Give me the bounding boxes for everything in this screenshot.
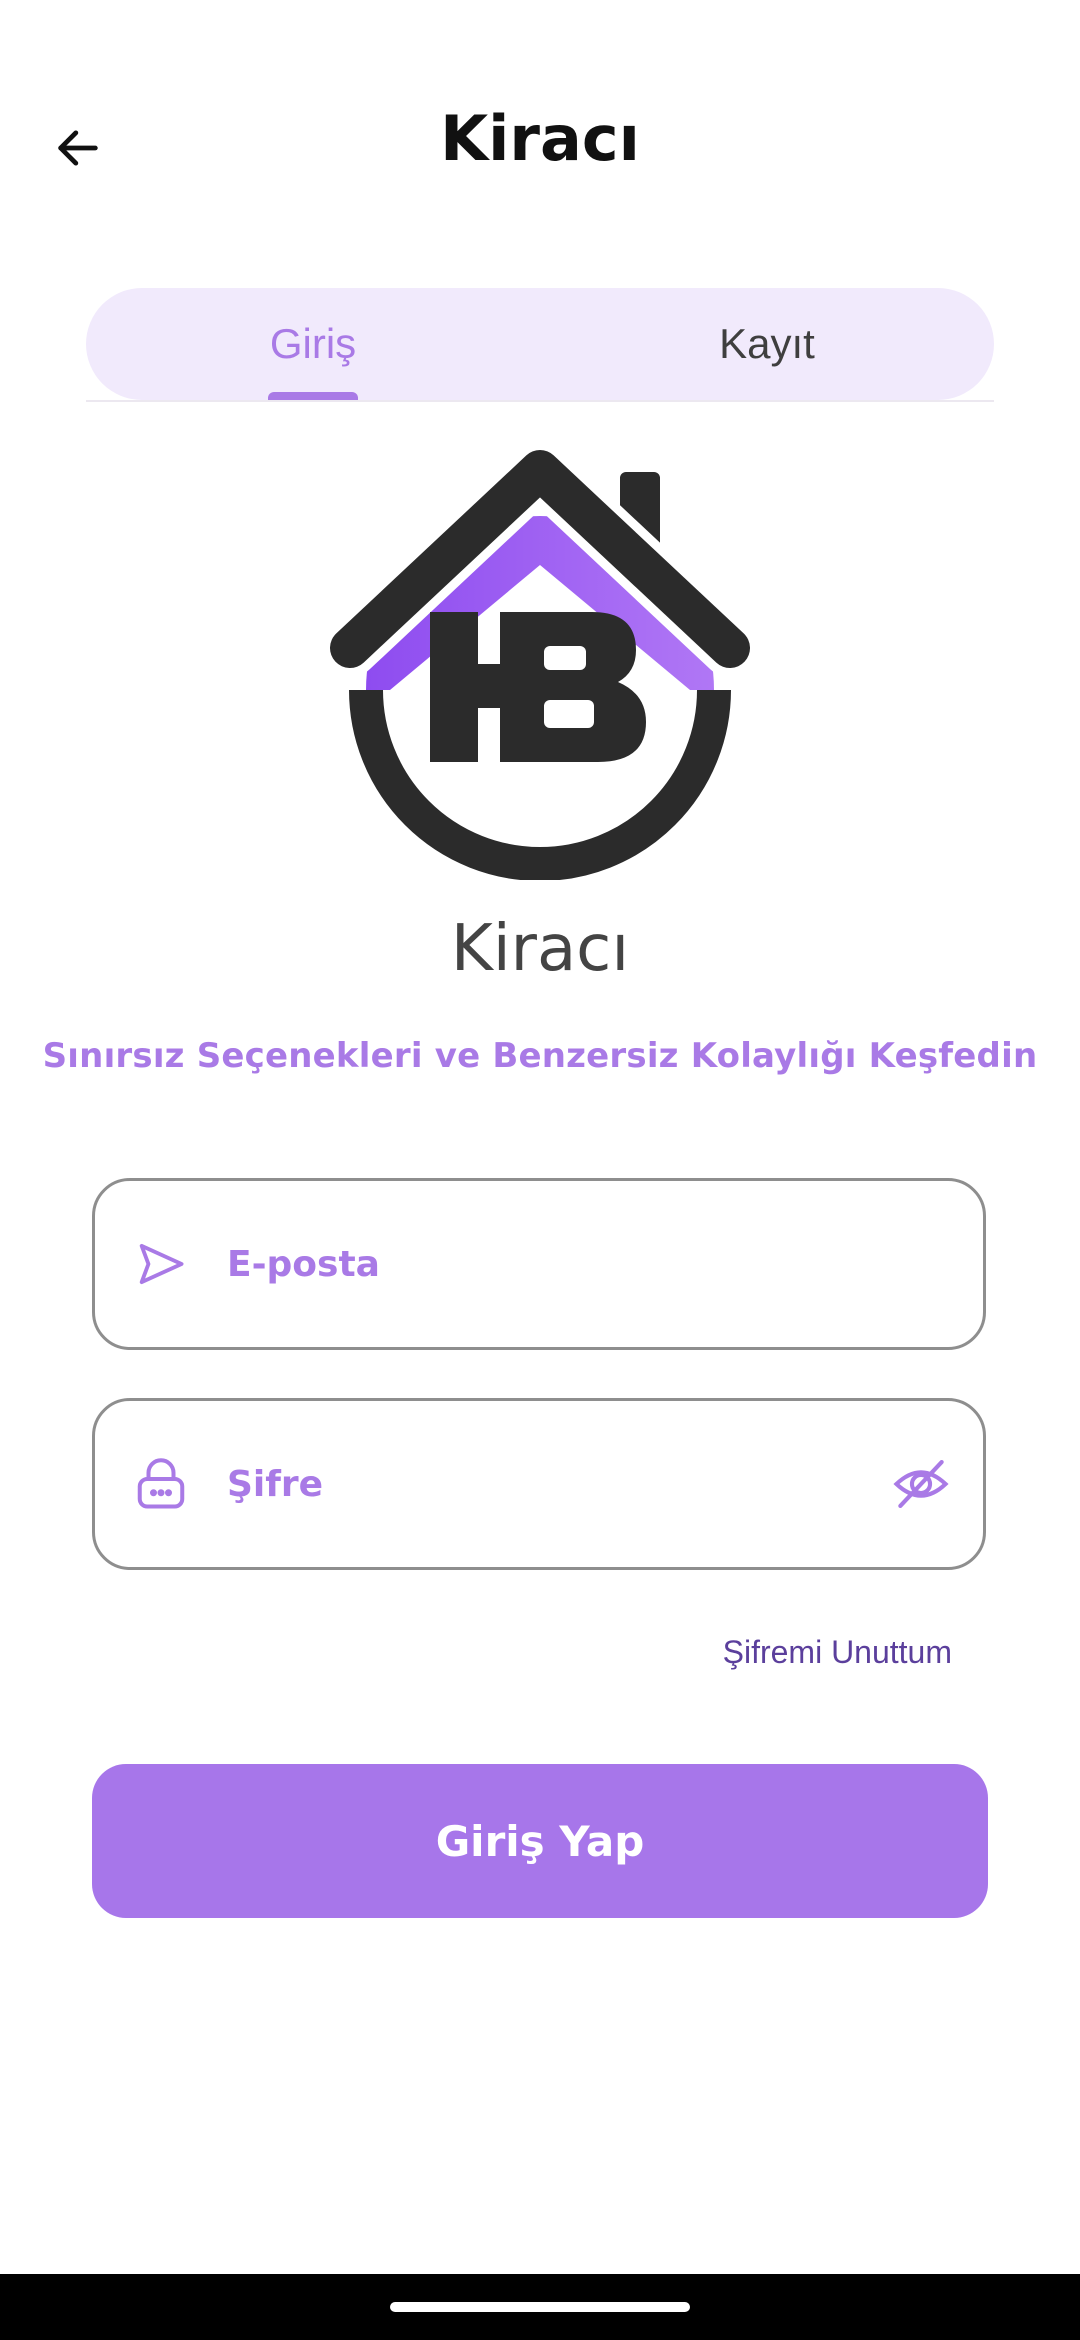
auth-tabs: Giriş Kayıt [86,288,994,400]
password-field[interactable] [92,1398,986,1570]
tab-login-label: Giriş [269,320,357,367]
login-screen: Kiracı Giriş Kayıt Kiracı Sınırsız Seçen… [0,0,1080,2340]
tab-register-label: Kayıt [719,320,815,367]
email-input[interactable] [225,1242,983,1286]
send-icon [131,1234,191,1294]
app-header: Kiracı [0,80,1080,210]
forgot-password-link[interactable]: Şifremi Unuttum [723,1634,952,1671]
tagline: Sınırsız Seçenekleri ve Benzersiz Kolayl… [42,1036,1038,1076]
house-hb-logo [321,440,759,881]
tabs-divider [86,400,994,402]
page-title: Kiracı [440,102,640,175]
home-indicator[interactable] [390,2302,690,2312]
password-input[interactable] [225,1462,889,1506]
email-field[interactable] [92,1178,986,1350]
tab-login[interactable]: Giriş [86,288,540,400]
active-tab-indicator [268,392,358,400]
toggle-password-visibility[interactable] [889,1452,953,1516]
system-navigation-bar [0,2274,1080,2340]
lock-icon [131,1454,191,1514]
login-button[interactable]: Giriş Yap [92,1764,988,1918]
tab-register[interactable]: Kayıt [540,288,994,400]
eye-off-icon [893,1459,949,1509]
house-logo-icon [321,441,759,881]
app-name: Kiracı [450,912,630,986]
